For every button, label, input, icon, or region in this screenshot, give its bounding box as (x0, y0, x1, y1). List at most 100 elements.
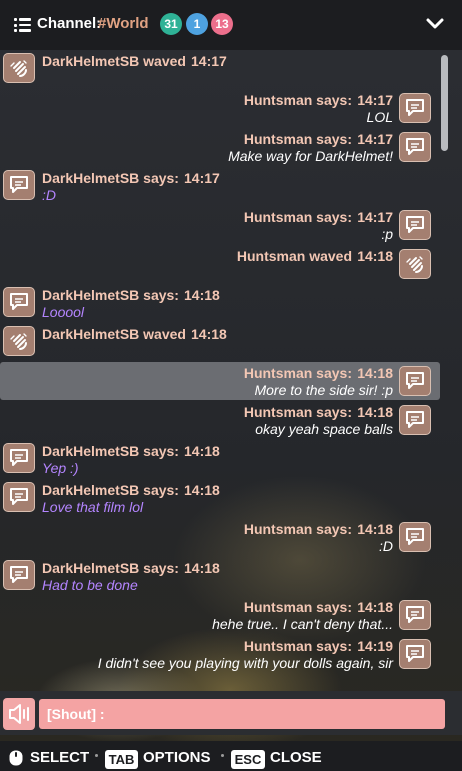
chat-message[interactable]: DarkHelmetSB says: 14:18 Yep :) (0, 440, 440, 478)
message-sender[interactable]: Huntsman waved (237, 248, 352, 264)
chat-action-badge (399, 93, 431, 123)
controls-footer: SELECT TAB OPTIONS ESC CLOSE (0, 741, 462, 771)
shout-toggle-button[interactable] (3, 698, 35, 730)
wave-action-badge (399, 249, 431, 279)
message-time: 14:18 (184, 443, 220, 459)
tab-key: TAB (105, 750, 138, 769)
message-time: 14:19 (357, 638, 393, 654)
message-time: 14:18 (357, 365, 393, 381)
message-sender[interactable]: Huntsman says: (244, 404, 352, 420)
badge-pink: 13 (211, 13, 233, 35)
chat-action-badge (399, 600, 431, 630)
message-text: hehe true.. I can't deny that... (212, 616, 393, 632)
message-sender[interactable]: DarkHelmetSB says: (42, 482, 179, 498)
badge-green: 31 (160, 13, 182, 35)
chat-message[interactable]: Huntsman says: 14:18:D (0, 518, 440, 556)
scrollbar-thumb[interactable] (441, 55, 448, 151)
message-text: I didn't see you playing with your dolls… (97, 655, 393, 671)
message-sender[interactable]: Huntsman says: (244, 599, 352, 615)
chat-message[interactable]: Huntsman says: 14:17 Make way for DarkHelm… (0, 128, 440, 166)
collapse-chevron-icon[interactable] (425, 16, 445, 32)
separator-dot (221, 754, 224, 757)
chat-message[interactable]: DarkHelmetSB says: 14:18 Love that film lo… (0, 479, 440, 517)
chat-action-badge (399, 522, 431, 552)
chat-action-badge (3, 287, 35, 317)
chat-message[interactable]: Huntsman waved 14:18 (0, 245, 440, 283)
message-text: Yep :) (42, 460, 79, 476)
chat-message[interactable]: DarkHelmetSB waved 14:17 (0, 50, 440, 88)
message-time: 14:17 (357, 209, 393, 225)
chat-action-badge (399, 366, 431, 396)
message-sender[interactable]: Huntsman says: (244, 92, 352, 108)
chat-message[interactable]: Huntsman says: 14:18 okay yeah space balls (0, 401, 440, 439)
chat-action-badge (3, 560, 35, 590)
chat-action-badge (3, 170, 35, 200)
chat-message[interactable]: DarkHelmetSB says: 14:18 Had to be done (0, 557, 440, 595)
channel-label: Channel: (37, 15, 102, 32)
message-sender[interactable]: Huntsman says: (244, 521, 352, 537)
chat-message[interactable]: DarkHelmetSB says: 14:17 :D (0, 167, 440, 205)
message-text: Love that film lol (42, 499, 144, 515)
chat-action-badge (399, 639, 431, 669)
message-time: 14:18 (357, 521, 393, 537)
message-sender[interactable]: Huntsman says: (244, 638, 352, 654)
esc-key: ESC (231, 750, 265, 769)
chat-input[interactable]: [Shout] : (39, 699, 445, 729)
message-time: 14:17 (357, 92, 393, 108)
message-time: 14:17 (184, 170, 220, 186)
chat-message[interactable]: Huntsman says: 14:17:p (0, 206, 440, 244)
message-time: 14:17 (191, 53, 227, 69)
message-time: 14:17 (357, 131, 393, 147)
message-text: Make way for DarkHelmet! (228, 148, 393, 164)
message-time: 14:18 (184, 482, 220, 498)
message-text: More to the side sir! :p (254, 382, 393, 398)
badge-blue: 1 (186, 13, 208, 35)
message-time: 14:18 (357, 248, 393, 264)
chat-message[interactable]: DarkHelmetSB waved 14:18 (0, 323, 440, 361)
message-text: Had to be done (42, 577, 138, 593)
megaphone-icon (9, 704, 29, 724)
channel-menu-icon[interactable] (14, 18, 31, 32)
chat-panel: Channel: #World 31 1 13 DarkHelmetSB wav… (0, 0, 462, 771)
message-sender[interactable]: DarkHelmetSB says: (42, 443, 179, 459)
chat-message[interactable]: DarkHelmetSB says: 14:18 Looool (0, 284, 440, 322)
message-list[interactable]: DarkHelmetSB waved 14:17 Huntsman says: 14:… (0, 50, 442, 690)
message-time: 14:18 (184, 560, 220, 576)
separator-dot (95, 754, 98, 757)
chat-action-badge (399, 405, 431, 435)
chat-message[interactable]: Huntsman says: 14:18 More to the side sir!… (0, 362, 440, 400)
message-sender[interactable]: Huntsman says: (244, 131, 352, 147)
message-sender[interactable]: DarkHelmetSB waved (42, 326, 186, 342)
message-sender[interactable]: DarkHelmetSB says: (42, 287, 179, 303)
options-hint: OPTIONS (143, 749, 211, 766)
chat-action-badge (3, 443, 35, 473)
wave-action-badge (3, 326, 35, 356)
wave-action-badge (3, 53, 35, 83)
message-time: 14:18 (191, 326, 227, 342)
message-time: 14:18 (184, 287, 220, 303)
message-text: :D (379, 538, 393, 554)
message-text: LOL (366, 109, 393, 125)
message-sender[interactable]: Huntsman says: (244, 209, 352, 225)
chat-action-badge (3, 482, 35, 512)
message-text: :D (42, 187, 56, 203)
chat-message[interactable]: Huntsman says: 14:17 LOL (0, 89, 440, 127)
message-text: :p (381, 226, 393, 242)
channel-name[interactable]: #World (98, 15, 149, 32)
message-sender[interactable]: DarkHelmetSB says: (42, 560, 179, 576)
message-text: okay yeah space balls (255, 421, 393, 437)
select-hint: SELECT (30, 749, 90, 766)
chat-header: Channel: #World 31 1 13 (0, 0, 462, 50)
message-text: Looool (42, 304, 85, 320)
message-time: 14:18 (357, 404, 393, 420)
chat-message[interactable]: Huntsman says: 14:18 hehe true.. I can't d… (0, 596, 440, 634)
message-time: 14:18 (357, 599, 393, 615)
message-sender[interactable]: DarkHelmetSB waved (42, 53, 186, 69)
chat-message[interactable]: Huntsman says: 14:19 I didn't see you play… (0, 635, 440, 673)
message-sender[interactable]: DarkHelmetSB says: (42, 170, 179, 186)
chat-action-badge (399, 210, 431, 240)
close-hint: CLOSE (270, 749, 322, 766)
chat-action-badge (399, 132, 431, 162)
message-sender[interactable]: Huntsman says: (244, 365, 352, 381)
mouse-icon (9, 750, 23, 766)
